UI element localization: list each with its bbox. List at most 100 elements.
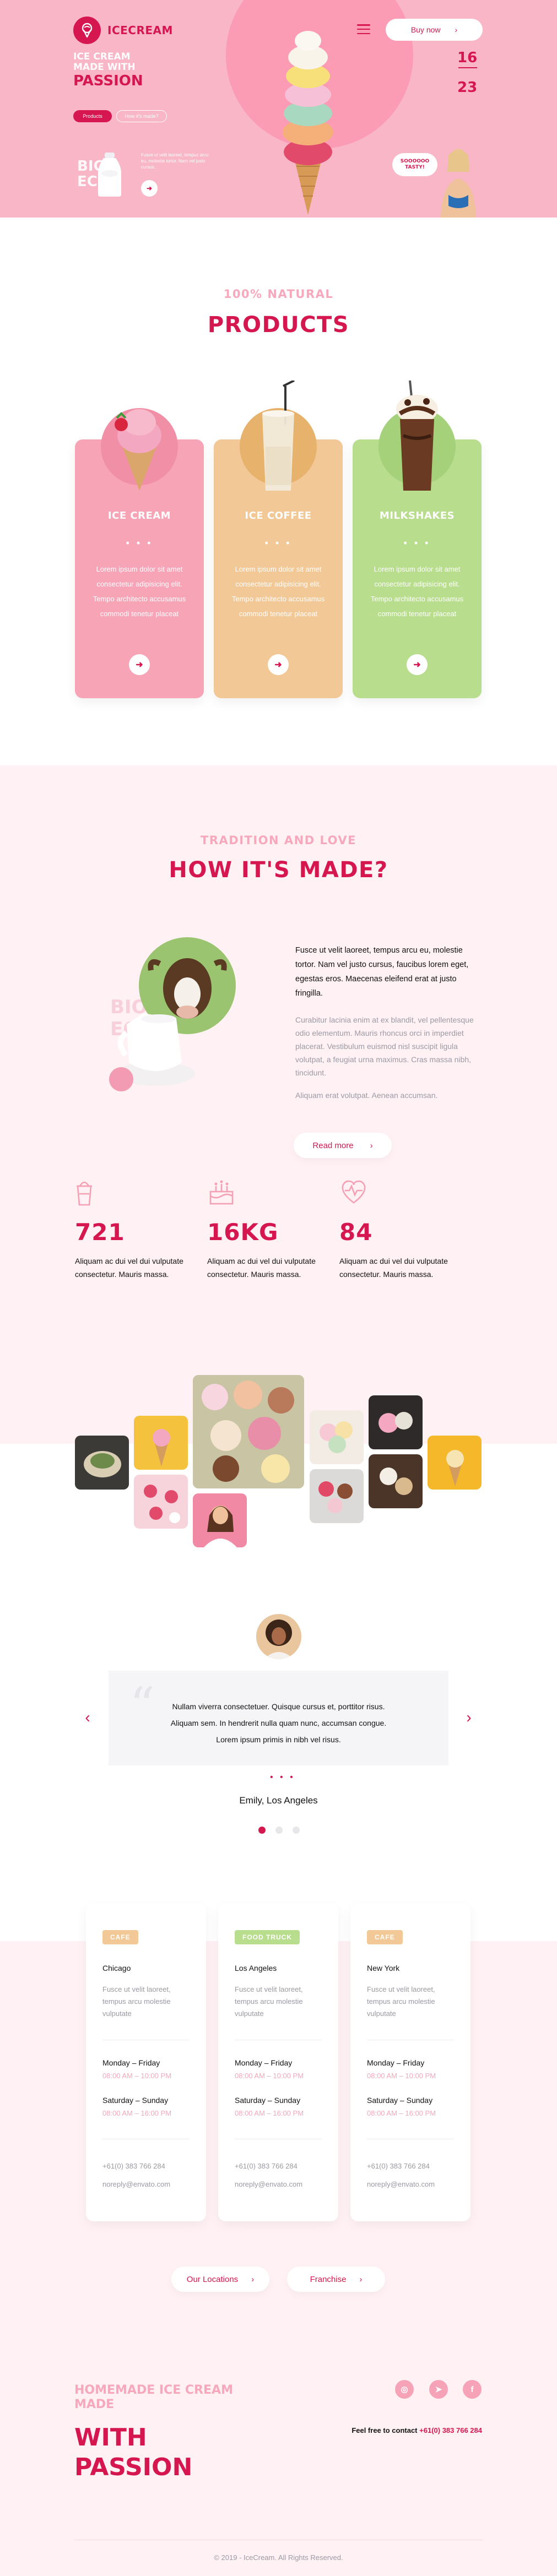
testimonial-line-3: Lorem ipsum primis in nibh vel risus. bbox=[216, 1735, 341, 1744]
chevron-right-icon: › bbox=[359, 2274, 363, 2284]
cup-icon bbox=[77, 1181, 92, 1206]
product-description: Lorem ipsum dolor sit amet consectetur a… bbox=[231, 565, 325, 618]
product-more-button[interactable]: ➜ bbox=[129, 654, 150, 675]
location-phone[interactable]: +61(0) 383 766 284 bbox=[235, 2162, 298, 2170]
chevron-right-icon: › bbox=[370, 1140, 373, 1150]
made-title: HOW IT'S MADE? bbox=[169, 857, 388, 883]
location-email[interactable]: noreply@envato.com bbox=[102, 2180, 170, 2188]
product-dots: • • • bbox=[403, 537, 431, 548]
location-description: Fusce ut velit laoreet, tempus arcu mole… bbox=[367, 1985, 435, 2018]
products-title: PRODUCTS bbox=[207, 312, 350, 338]
hero-title: ICE CREAM MADE WITH PASSION bbox=[73, 52, 143, 90]
logo[interactable]: ICECREAM bbox=[73, 17, 173, 44]
product-more-button[interactable]: ➜ bbox=[268, 654, 289, 675]
location-city: New York bbox=[367, 1964, 400, 1972]
location-city: Los Angeles bbox=[235, 1964, 277, 1972]
facebook-icon[interactable]: f bbox=[463, 2380, 482, 2399]
hero-next-arrow-button[interactable]: ➜ bbox=[141, 180, 158, 197]
stat-description: Aliquam ac dui vel dui vulputate consect… bbox=[75, 1257, 183, 1279]
carousel-dot-1[interactable] bbox=[258, 1827, 266, 1834]
product-dots: • • • bbox=[126, 537, 153, 548]
products-button[interactable]: Products bbox=[73, 110, 112, 122]
copyright-text: © 2019 - IceCream. All Rights Reserved. bbox=[214, 2553, 343, 2562]
testimonial-dots: • • • bbox=[270, 1773, 295, 1782]
franchise-button[interactable]: Franchise › bbox=[287, 2267, 385, 2292]
testimonial-line-1: Nullam viverra consectetuer. Quisque cur… bbox=[172, 1702, 385, 1711]
footer-tagline-line-2: MADE bbox=[74, 2398, 115, 2411]
woman-photo bbox=[441, 149, 476, 218]
location-phone[interactable]: +61(0) 383 766 284 bbox=[367, 2162, 430, 2170]
product-description: Lorem ipsum dolor sit amet consectetur a… bbox=[93, 565, 186, 618]
testimonial-avatar bbox=[256, 1614, 301, 1659]
page: ICECREAM ICE CREAM MADE WITH PASSION Pro… bbox=[0, 0, 557, 2576]
arrow-right-icon: ➜ bbox=[136, 660, 143, 670]
brand-name: ICECREAM bbox=[107, 24, 173, 37]
gallery-photo[interactable] bbox=[75, 1436, 129, 1490]
made-body-text-2: Aliquam erat volutpat. Aenean accumsan. bbox=[295, 1091, 438, 1100]
location-email[interactable]: noreply@envato.com bbox=[235, 2180, 302, 2188]
weekday-hours: 08:00 AM – 10:00 PM bbox=[102, 2072, 172, 2080]
carousel-dot-2[interactable] bbox=[275, 1827, 283, 1834]
location-phone[interactable]: +61(0) 383 766 284 bbox=[102, 2162, 165, 2170]
product-card-milkshakes[interactable]: MILKSHAKES • • • Lorem ipsum dolor sit a… bbox=[353, 381, 482, 698]
product-card-ice-coffee[interactable]: ICE COFFEE • • • Lorem ipsum dolor sit a… bbox=[214, 381, 343, 698]
gallery-photo-large[interactable] bbox=[193, 1375, 304, 1488]
gallery-photo[interactable] bbox=[310, 1469, 364, 1523]
gallery-photo[interactable] bbox=[428, 1436, 482, 1490]
gallery-photo[interactable] bbox=[134, 1475, 188, 1529]
buy-now-button[interactable]: Buy now › bbox=[386, 19, 483, 41]
chevron-right-icon[interactable]: › bbox=[461, 1709, 477, 1726]
product-description: Lorem ipsum dolor sit amet consectetur a… bbox=[370, 565, 464, 618]
contact-label: Feel free to contact bbox=[351, 2426, 418, 2434]
location-card: CAFE New York Fusce ut velit laoreet, te… bbox=[350, 1903, 471, 2221]
weekend-label: Saturday – Sunday bbox=[367, 2096, 433, 2105]
telegram-icon[interactable]: ➤ bbox=[429, 2380, 448, 2399]
gallery-photo[interactable] bbox=[369, 1454, 423, 1508]
hero-title-line-2: MADE WITH bbox=[73, 62, 136, 73]
chevron-right-icon: › bbox=[251, 2274, 255, 2284]
gallery-photo[interactable] bbox=[134, 1416, 188, 1470]
gallery-photo[interactable] bbox=[193, 1493, 247, 1547]
stat-description: Aliquam ac dui vel dui vulputate consect… bbox=[339, 1257, 448, 1279]
weekend-label: Saturday – Sunday bbox=[235, 2096, 301, 2105]
location-city: Chicago bbox=[102, 1964, 131, 1972]
slide-current-number: 16 bbox=[457, 50, 478, 66]
stat-description: Aliquam ac dui vel dui vulputate consect… bbox=[207, 1257, 316, 1279]
stat-item: 721 Aliquam ac dui vel dui vulputate con… bbox=[75, 1177, 185, 1281]
location-type-badge: CAFE bbox=[102, 1930, 138, 1944]
slide-total-number: 23 bbox=[457, 79, 478, 96]
made-intro-text: Fusce ut velit laoreet, tempus arcu eu, … bbox=[295, 946, 469, 998]
made-eyebrow: TRADITION AND LOVE bbox=[201, 834, 356, 847]
milk-bottle-image bbox=[98, 153, 121, 197]
location-email[interactable]: noreply@envato.com bbox=[367, 2180, 435, 2188]
testimonial-line-2: Aliquam sem. In hendrerit nulla quam nun… bbox=[170, 1719, 387, 1727]
location-card: CAFE Chicago Fusce ut velit laoreet, tem… bbox=[86, 1903, 206, 2221]
contact-phone[interactable]: +61(0) 383 766 284 bbox=[419, 2426, 482, 2434]
our-locations-label: Our Locations bbox=[186, 2274, 239, 2284]
instagram-icon[interactable]: ◎ bbox=[395, 2380, 414, 2399]
product-name: ICE CREAM bbox=[107, 510, 171, 521]
buy-now-label: Buy now bbox=[410, 25, 441, 34]
product-card-ice-cream[interactable]: ICE CREAM • • • Lorem ipsum dolor sit am… bbox=[75, 408, 204, 698]
our-locations-button[interactable]: Our Locations › bbox=[171, 2267, 269, 2292]
chevron-left-icon[interactable]: ‹ bbox=[79, 1709, 96, 1726]
product-name: ICE COFFEE bbox=[245, 510, 312, 521]
read-more-button[interactable]: Read more › bbox=[294, 1133, 392, 1158]
product-more-button[interactable]: ➜ bbox=[407, 654, 428, 675]
cow-and-milk-image: BIO ECO bbox=[109, 937, 236, 1091]
hero-copy-text: Fusce ut velit laoreet, tempus arcu eu, … bbox=[141, 153, 209, 170]
arrow-right-icon: ➜ bbox=[413, 660, 421, 670]
how-its-made-button[interactable]: How it's made? bbox=[116, 110, 167, 122]
products-eyebrow: 100% NATURAL bbox=[223, 287, 334, 301]
hamburger-menu-icon[interactable] bbox=[357, 24, 370, 34]
read-more-label: Read more bbox=[312, 1140, 354, 1150]
carousel-dot-3[interactable] bbox=[293, 1827, 300, 1834]
ice-coffee-image bbox=[240, 381, 317, 491]
gallery-photo[interactable] bbox=[369, 1395, 423, 1449]
weekday-hours: 08:00 AM – 10:00 PM bbox=[367, 2072, 436, 2080]
hero-section: ICECREAM ICE CREAM MADE WITH PASSION Pro… bbox=[0, 0, 557, 218]
ice-cream-cone-image bbox=[283, 31, 333, 215]
gallery-photo[interactable] bbox=[310, 1410, 364, 1464]
weekend-hours: 08:00 AM – 16:00 PM bbox=[235, 2109, 304, 2117]
weekday-label: Monday – Friday bbox=[102, 2058, 160, 2067]
